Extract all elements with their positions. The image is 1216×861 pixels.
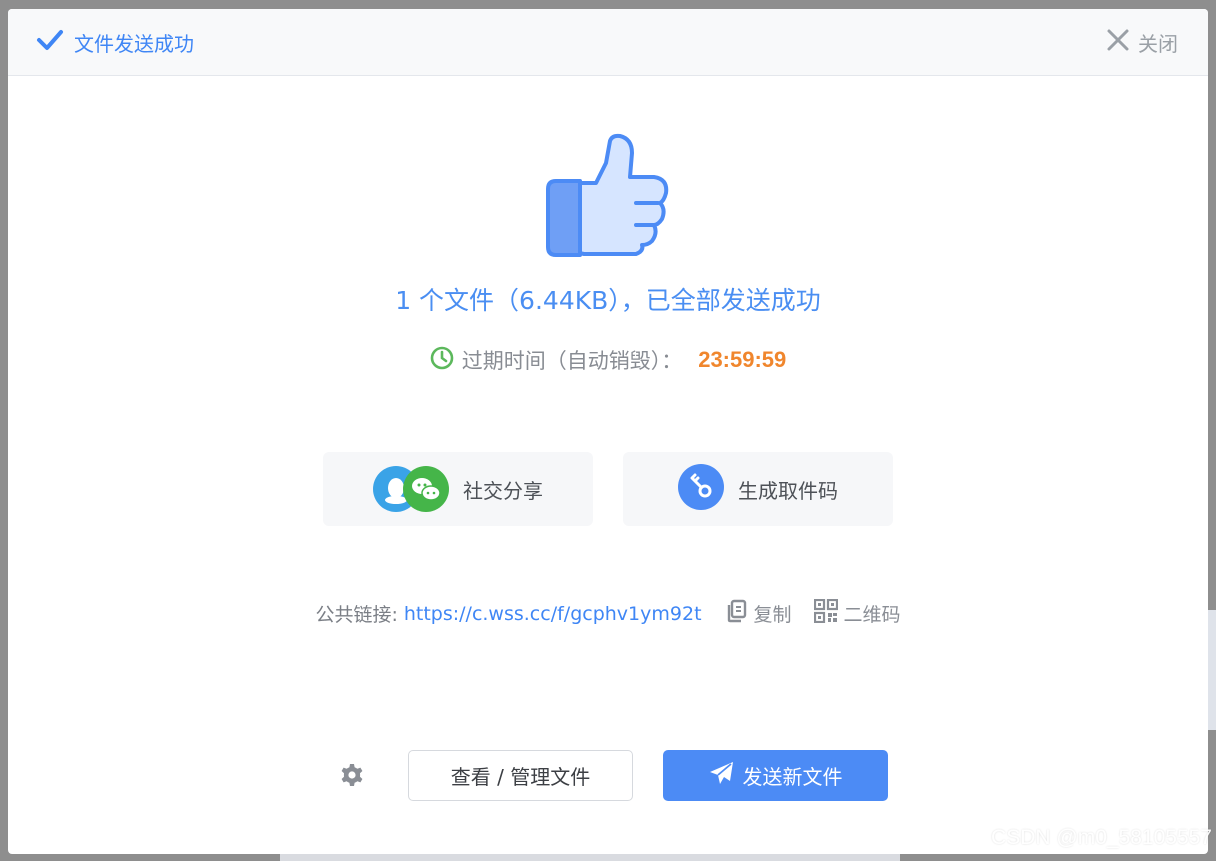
check-icon [36,28,64,57]
gear-icon[interactable] [340,763,364,787]
public-link-label: 公共链接: [315,604,398,626]
send-summary: 1 个文件（6.44KB），已全部发送成功 [395,286,821,315]
clock-icon [430,346,454,375]
copy-link-button[interactable]: 复制 [726,599,792,628]
send-success-dialog: 文件发送成功 关闭 1 个文件（6.44KB），已全部发送成功 过期时间（自动销… [8,9,1208,854]
generate-pickup-code-button[interactable]: 生成取件码 [623,452,893,526]
key-icon [678,463,724,515]
close-label: 关闭 [1138,31,1178,56]
thumbs-up-icon [544,133,670,257]
dialog-title-text: 文件发送成功 [74,31,194,56]
backdrop-fragment [1208,610,1216,730]
public-link-row: 公共链接: https://c.wss.cc/f/gcphv1ym92t 复制 … [8,598,1208,628]
manage-files-label: 查看 / 管理文件 [450,765,591,789]
qr-code-icon [813,598,838,628]
qr-code-label: 二维码 [843,604,901,626]
wechat-icon [403,466,449,512]
close-button[interactable]: 关闭 [1106,27,1178,57]
expiry-row: 过期时间（自动销毁）： 23:59:59 [8,345,1208,375]
paper-plane-icon [709,761,735,790]
send-new-file-label: 发送新文件 [742,765,843,789]
generate-pickup-code-label: 生成取件码 [738,478,838,503]
dialog-header: 文件发送成功 关闭 [8,9,1208,76]
expiry-label: 过期时间（自动销毁）： [461,349,683,373]
expiry-countdown: 23:59:59 [698,347,787,372]
social-share-button[interactable]: 社交分享 [323,452,593,526]
watermark: CSDN @m0_58105557 [991,826,1212,849]
copy-label: 复制 [753,604,792,626]
dialog-title: 文件发送成功 [36,27,194,57]
close-icon [1106,28,1130,57]
social-share-label: 社交分享 [463,478,543,503]
copy-icon [726,599,748,628]
send-new-file-button[interactable]: 发送新文件 [663,750,888,801]
manage-files-button[interactable]: 查看 / 管理文件 [408,750,633,801]
public-link-url[interactable]: https://c.wss.cc/f/gcphv1ym92t [404,603,702,625]
qr-code-button[interactable]: 二维码 [813,598,901,628]
social-icons [373,466,449,512]
